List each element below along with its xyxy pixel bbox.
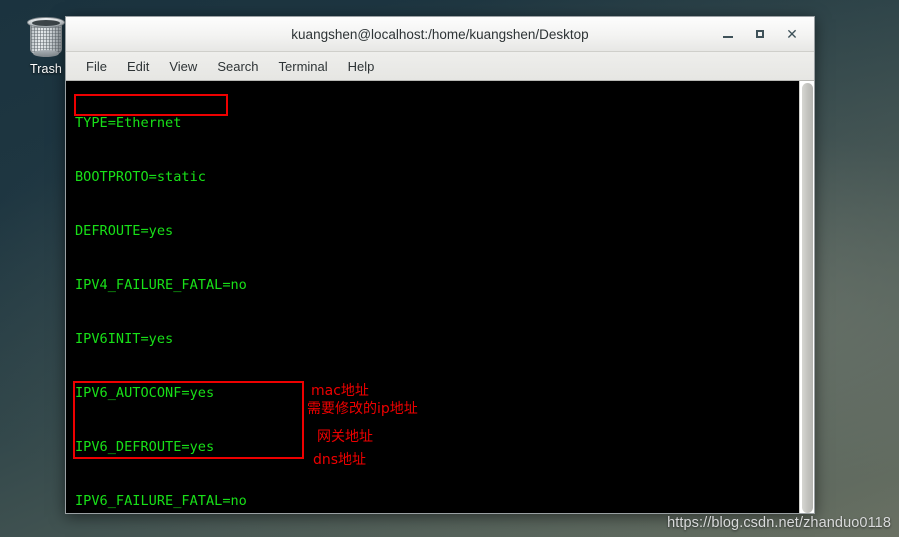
config-line: IPV6INIT=yes: [75, 331, 174, 347]
menu-item-view[interactable]: View: [159, 56, 207, 77]
window-titlebar[interactable]: kuangshen@localhost:/home/kuangshen/Desk…: [66, 17, 814, 52]
minimize-icon: [723, 36, 733, 38]
annotation-ip-address: 需要修改的ip地址: [307, 401, 418, 417]
menu-item-terminal[interactable]: Terminal: [269, 56, 338, 77]
terminal-content-area[interactable]: TYPE=Ethernet BOOTPROTO=static DEFROUTE=…: [66, 81, 814, 513]
menu-item-edit[interactable]: Edit: [117, 56, 159, 77]
menu-bar: File Edit View Search Terminal Help: [66, 52, 814, 81]
close-icon: ✕: [786, 26, 798, 42]
config-line: DEFROUTE=yes: [75, 223, 174, 239]
minimize-button[interactable]: [720, 26, 736, 42]
desktop: Trash kuangshen@localhost:/home/kuangshe…: [0, 0, 899, 537]
maximize-icon: [756, 30, 764, 38]
maximize-button[interactable]: [752, 26, 768, 42]
window-title: kuangshen@localhost:/home/kuangshen/Desk…: [291, 26, 589, 42]
config-line: IPV6_FAILURE_FATAL=no: [75, 493, 247, 509]
config-line: TYPE=Ethernet: [75, 115, 182, 131]
menu-item-search[interactable]: Search: [207, 56, 268, 77]
config-line: IPV4_FAILURE_FATAL=no: [75, 277, 247, 293]
watermark-text: https://blog.csdn.net/zhanduo0118: [667, 515, 891, 531]
trash-bin-icon: [24, 14, 68, 58]
scrollbar-thumb[interactable]: [802, 83, 813, 513]
annotation-dns-address: dns地址: [313, 452, 367, 468]
config-line: BOOTPROTO=static: [75, 169, 206, 185]
annotation-gateway-address: 网关地址: [317, 429, 373, 445]
terminal-window[interactable]: kuangshen@localhost:/home/kuangshen/Desk…: [65, 16, 815, 514]
menu-item-file[interactable]: File: [76, 56, 117, 77]
terminal-scrollbar[interactable]: [799, 81, 814, 513]
vim-buffer: TYPE=Ethernet BOOTPROTO=static DEFROUTE=…: [75, 81, 615, 513]
window-controls: ✕: [720, 17, 808, 51]
menu-item-help[interactable]: Help: [338, 56, 385, 77]
close-button[interactable]: ✕: [784, 26, 800, 42]
annotation-mac-address: mac地址: [311, 383, 369, 399]
